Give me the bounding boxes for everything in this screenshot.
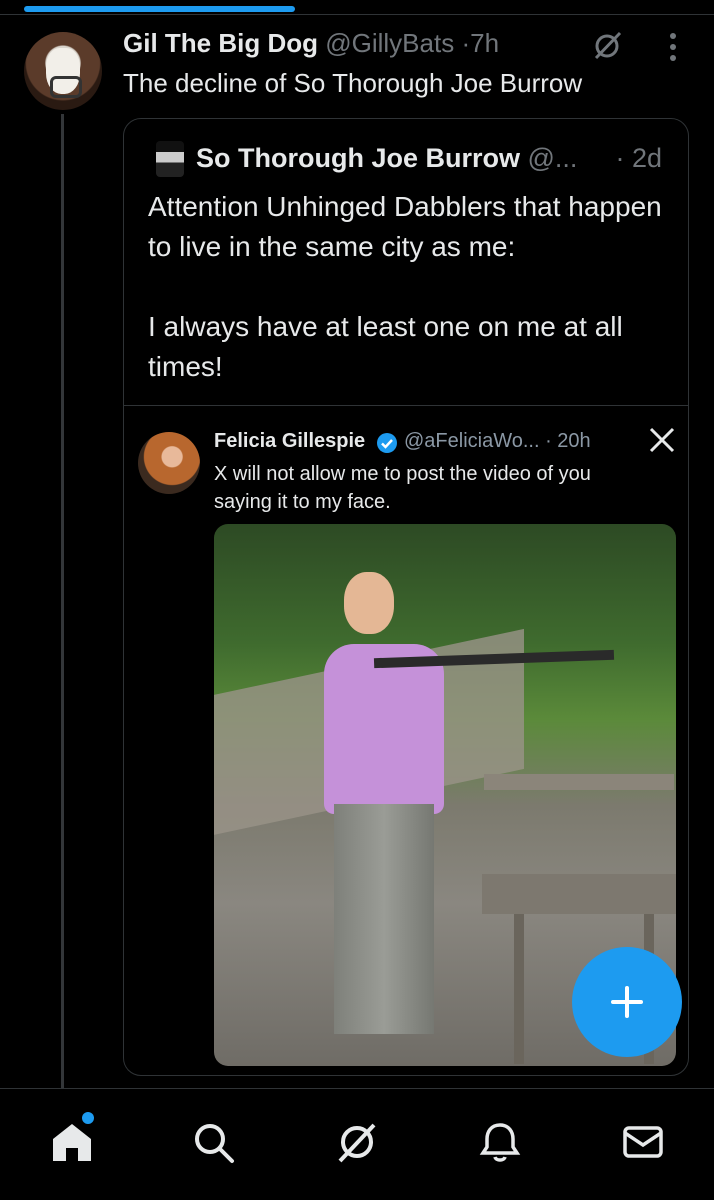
x-logo-icon xyxy=(649,427,675,453)
separator-dot: · xyxy=(461,28,471,58)
post-header: Gil The Big Dog @GillyBats ·7h xyxy=(123,28,499,59)
quoted-post-body: Attention Unhinged Dabblers that happen … xyxy=(148,187,668,427)
verified-badge-icon xyxy=(377,433,397,453)
quoted-post-time[interactable]: · 2d xyxy=(615,143,662,174)
quoted-post-card[interactable]: So Thorough Joe Burrow @... · 2d Attenti… xyxy=(123,118,689,1076)
photo-picnic-table xyxy=(482,874,676,914)
post-text: The decline of So Thorough Joe Burrow xyxy=(123,68,583,98)
author-handle[interactable]: @GillyBats xyxy=(325,28,454,58)
quoted-author-handle[interactable]: @... xyxy=(528,143,578,173)
photo-person-pants xyxy=(334,804,434,1034)
photo-person xyxy=(314,572,454,1054)
photo-picnic-table-back xyxy=(484,774,674,790)
embedded-handle-time: @aFeliciaWo... · 20h xyxy=(404,430,591,452)
quoted-post-header: So Thorough Joe Burrow @... xyxy=(196,143,577,174)
photo-person-head xyxy=(344,572,394,634)
photo-person-torso xyxy=(324,644,444,814)
grok-icon[interactable] xyxy=(592,30,626,60)
post-time[interactable]: 7h xyxy=(470,28,499,58)
bottom-navigation xyxy=(0,1088,714,1200)
quoted-author-name[interactable]: So Thorough Joe Burrow xyxy=(196,143,520,173)
photo-table-leg xyxy=(514,914,524,1064)
messages-icon[interactable] xyxy=(620,1119,666,1165)
embedded-author-name: Felicia Gillespie xyxy=(214,430,366,452)
home-unread-dot xyxy=(82,1112,94,1124)
progress-bar xyxy=(24,6,295,12)
embedded-post-text: X will not allow me to post the video of… xyxy=(214,463,591,513)
quoted-post-paragraph: Attention Unhinged Dabblers that happen … xyxy=(148,191,662,262)
author-display-name[interactable]: Gil The Big Dog xyxy=(123,28,318,58)
plus-icon xyxy=(611,986,643,1018)
more-options-icon[interactable] xyxy=(660,30,686,64)
progress-track xyxy=(0,0,714,15)
embedded-author-avatar xyxy=(138,432,200,494)
compose-button[interactable] xyxy=(572,947,682,1057)
thread-line xyxy=(61,114,64,1089)
search-icon[interactable] xyxy=(190,1119,236,1165)
notifications-icon[interactable] xyxy=(477,1119,523,1165)
home-icon[interactable] xyxy=(49,1119,95,1165)
grok-icon[interactable] xyxy=(334,1119,380,1165)
quoted-post-paragraph: I always have at least one on me at all … xyxy=(148,311,623,382)
quoted-author-avatar[interactable] xyxy=(156,141,184,177)
avatar-muzzle xyxy=(50,76,82,98)
author-avatar[interactable] xyxy=(24,32,102,110)
